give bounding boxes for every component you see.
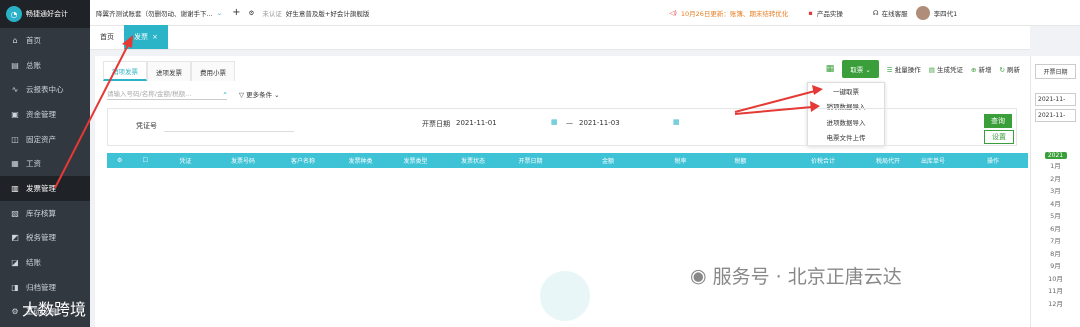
watermark-text: 服务号 · 北京正唐云达: [712, 266, 902, 288]
wechat-icon: ◉: [690, 264, 707, 287]
annotation-arrows: [54, 35, 823, 189]
brand-watermark: 大数跨境: [22, 300, 87, 319]
watermark: ◉ 服务号 · 北京正唐云达: [690, 262, 902, 289]
annotation-arrow-menu1: [734, 90, 816, 113]
arrow-head: [812, 85, 823, 95]
arrow-head: [122, 35, 133, 48]
annotation-arrow-tab: [54, 44, 129, 189]
arrow-head: [810, 101, 820, 112]
